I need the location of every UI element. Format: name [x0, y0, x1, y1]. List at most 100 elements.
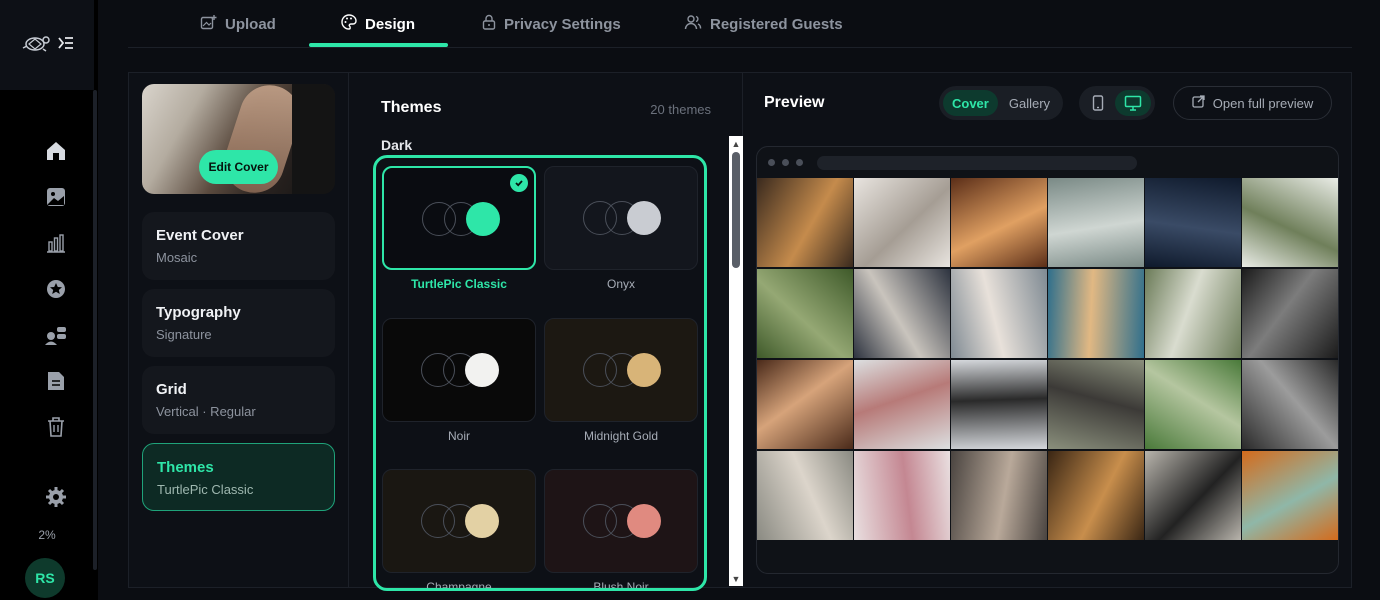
gallery-photo — [854, 178, 950, 267]
option-value: TurtlePic Classic — [157, 482, 254, 497]
mode-cover-button[interactable]: Cover — [943, 90, 998, 116]
gallery-photo — [854, 269, 950, 358]
theme-grid: TurtlePic Classic Onyx Noir Midnight Gold Ch… — [373, 155, 707, 591]
gallery-photo — [757, 269, 853, 358]
turtle-logo-icon[interactable] — [20, 32, 52, 59]
storage-percent: 2% — [38, 528, 56, 542]
scroll-down-arrow[interactable]: ▼ — [731, 574, 741, 584]
gallery-photo — [757, 451, 853, 540]
theme-card[interactable] — [544, 469, 698, 573]
gallery-photo — [757, 178, 853, 267]
settings-icon[interactable] — [44, 485, 68, 509]
theme-card[interactable] — [544, 166, 698, 270]
option-grid[interactable]: Grid Vertical · Regular — [142, 366, 335, 434]
gallery-photo — [757, 360, 853, 449]
star-icon[interactable] — [44, 277, 68, 301]
theme-name: TurtlePic Classic — [411, 277, 507, 291]
option-value: Signature — [156, 327, 212, 342]
open-full-preview-button[interactable]: Open full preview — [1173, 86, 1332, 120]
tab-privacy-settings[interactable]: Privacy Settings — [482, 0, 621, 48]
option-typography[interactable]: Typography Signature — [142, 289, 335, 357]
gallery-photo — [854, 360, 950, 449]
users-icon — [684, 14, 702, 34]
cover-thumbnail: Edit Cover — [142, 84, 335, 194]
preview-url-bar — [817, 156, 1137, 170]
gallery-photo — [1242, 269, 1338, 358]
document-icon[interactable] — [44, 369, 68, 393]
mobile-icon[interactable] — [1083, 90, 1113, 116]
theme-name: Midnight Gold — [583, 429, 659, 443]
preview-window — [756, 146, 1339, 574]
theme-accent-swatch — [627, 201, 661, 235]
column-divider — [348, 73, 349, 588]
active-tab-indicator — [309, 43, 448, 47]
rail-scrollbar[interactable] — [93, 90, 97, 570]
option-title: Event Cover — [156, 227, 244, 244]
device-toggle — [1079, 86, 1155, 120]
photo-mosaic — [757, 178, 1338, 542]
option-title: Typography — [156, 304, 241, 321]
home-icon[interactable] — [44, 139, 68, 163]
cover-photo-detail — [292, 84, 335, 194]
collapse-menu-icon[interactable] — [58, 36, 74, 55]
gallery-photo — [1145, 269, 1241, 358]
preview-heading: Preview — [764, 94, 825, 111]
option-title: Grid — [156, 381, 187, 398]
theme-accent-swatch — [627, 353, 661, 387]
option-event-cover[interactable]: Event Cover Mosaic — [142, 212, 335, 280]
rail-header — [0, 0, 94, 90]
theme-accent-swatch — [466, 202, 500, 236]
option-themes[interactable]: Themes TurtlePic Classic — [142, 443, 335, 511]
trash-icon[interactable] — [44, 415, 68, 439]
avatar[interactable]: RS — [25, 558, 65, 598]
top-tabs: Upload Design Privacy Settings Registere… — [128, 0, 1352, 48]
theme-accent-swatch — [465, 353, 499, 387]
option-value: Vertical · Regular — [156, 404, 256, 419]
option-title: Themes — [157, 459, 214, 476]
lock-icon — [482, 14, 496, 34]
themes-heading: Themes — [381, 99, 442, 116]
gallery-photo — [1048, 269, 1144, 358]
tab-guests-label: Registered Guests — [710, 15, 843, 33]
window-dot — [782, 159, 789, 166]
tab-design[interactable]: Design — [341, 0, 415, 48]
preview-mode-toggle: Cover Gallery — [939, 86, 1064, 120]
desktop-icon[interactable] — [1115, 90, 1151, 116]
gallery-photo — [1048, 451, 1144, 540]
gallery-photo — [1242, 178, 1338, 267]
theme-card[interactable] — [382, 166, 536, 270]
gallery-photo — [1242, 360, 1338, 449]
theme-name: Champagne — [426, 580, 492, 591]
tab-upload-label: Upload — [225, 15, 276, 33]
window-dot — [796, 159, 803, 166]
mode-gallery-button[interactable]: Gallery — [1000, 90, 1059, 116]
guests-icon[interactable] — [44, 323, 68, 347]
edit-cover-button[interactable]: Edit Cover — [199, 150, 278, 184]
gallery-photo — [951, 360, 1047, 449]
chart-icon[interactable] — [44, 231, 68, 255]
scroll-up-arrow[interactable]: ▲ — [731, 139, 741, 149]
theme-card[interactable] — [544, 318, 698, 422]
theme-accent-swatch — [627, 504, 661, 538]
gallery-photo — [951, 451, 1047, 540]
theme-card[interactable] — [382, 469, 536, 573]
scrollbar-thumb[interactable] — [732, 152, 740, 268]
tab-design-label: Design — [365, 15, 416, 33]
themes-count: 20 themes — [650, 102, 711, 117]
image-icon[interactable] — [44, 185, 68, 209]
palette-icon — [341, 14, 357, 34]
tab-registered-guests[interactable]: Registered Guests — [684, 0, 843, 48]
gallery-photo — [1145, 360, 1241, 449]
gallery-photo — [1145, 178, 1241, 267]
theme-card[interactable] — [382, 318, 536, 422]
theme-accent-swatch — [465, 504, 499, 538]
open-full-preview-label: Open full preview — [1212, 95, 1314, 111]
gallery-photo — [854, 451, 950, 540]
gallery-photo — [1048, 360, 1144, 449]
gallery-photo — [1145, 451, 1241, 540]
gallery-photo — [1242, 451, 1338, 540]
tab-upload[interactable]: Upload — [200, 0, 276, 48]
gallery-photo — [951, 269, 1047, 358]
tab-privacy-label: Privacy Settings — [504, 15, 621, 33]
gallery-photo — [951, 178, 1047, 267]
